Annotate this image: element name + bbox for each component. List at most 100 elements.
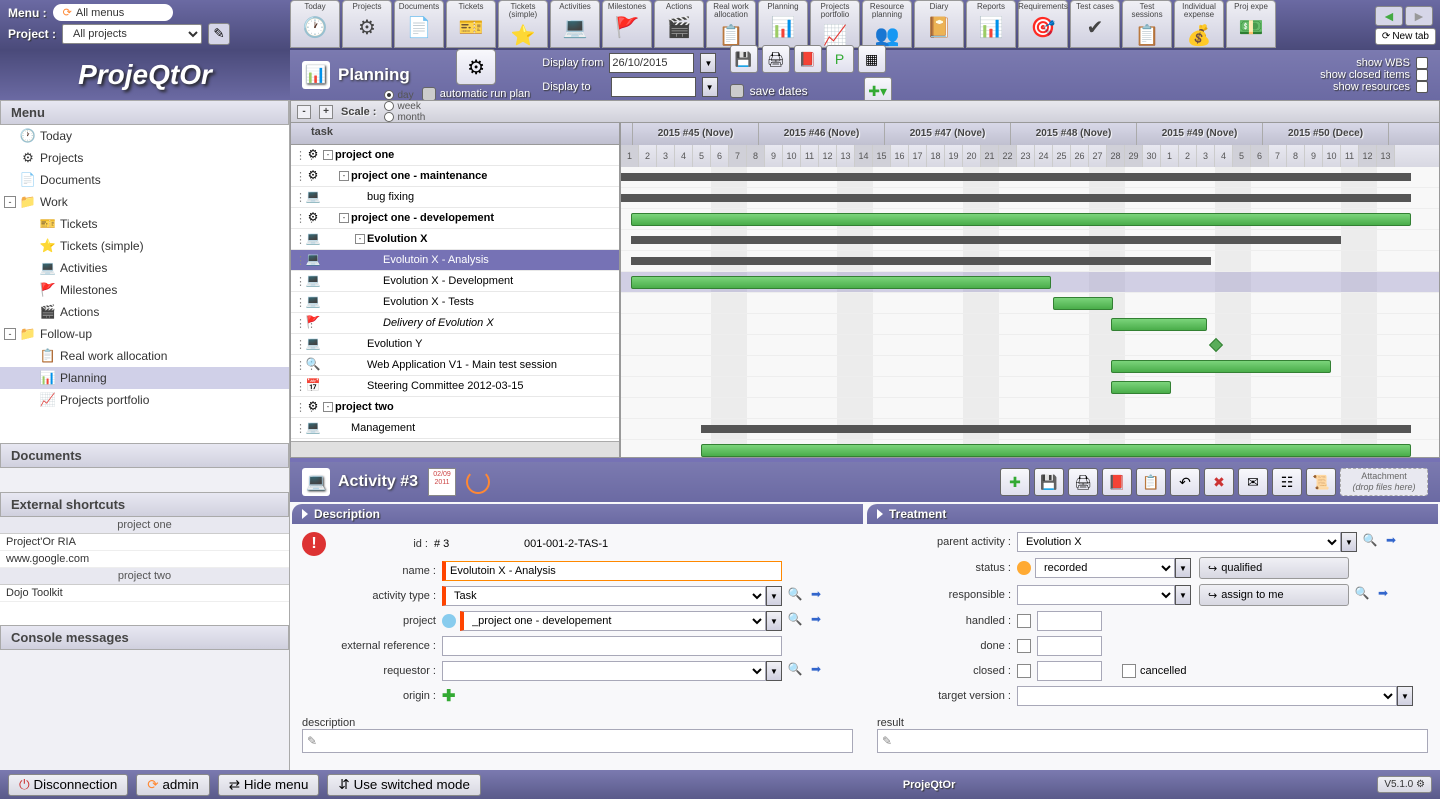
expand-all-icon[interactable]: + <box>319 105 333 119</box>
task-row[interactable]: ⋮⋮📅Steering Committee 2012-03-15 <box>291 376 619 397</box>
project-selector[interactable]: All projects <box>62 24 202 44</box>
activity-type-select[interactable]: Task <box>442 586 766 606</box>
shortcut-link[interactable]: Dojo Toolkit <box>0 585 289 602</box>
shortcuts-header[interactable]: External shortcuts <box>0 492 289 517</box>
done-checkbox[interactable] <box>1017 639 1031 653</box>
documents-header[interactable]: Documents <box>0 443 289 468</box>
top-tab-individual-expense[interactable]: Individual expense💰 <box>1174 0 1224 48</box>
menu-item-tickets[interactable]: 🎫Tickets <box>0 213 289 235</box>
handled-date[interactable] <box>1037 611 1102 631</box>
task-row[interactable]: ⋮⋮🚩Delivery of Evolution X <box>291 313 619 334</box>
nav-back-icon[interactable]: ◄ <box>1375 6 1403 26</box>
target-version-select[interactable] <box>1017 686 1397 706</box>
gantt-row[interactable] <box>621 377 1439 398</box>
requestor-select[interactable] <box>442 661 766 681</box>
edit-project-icon[interactable]: ✎ <box>208 23 230 45</box>
menu-item-actions[interactable]: 🎬Actions <box>0 301 289 323</box>
section-toggle-icon[interactable] <box>302 509 308 519</box>
shortcut-link[interactable]: Project'Or RIA <box>0 534 289 551</box>
top-tab-documents[interactable]: Documents📄 <box>394 0 444 48</box>
gantt-row[interactable] <box>621 335 1439 356</box>
copy-button[interactable]: 📋 <box>1136 468 1166 496</box>
ext-ref-input[interactable] <box>442 636 782 656</box>
menu-selector[interactable]: ⟳ All menus <box>53 4 173 21</box>
name-input[interactable] <box>442 561 782 581</box>
hide-menu-button[interactable]: ⇄Hide menu <box>218 774 320 796</box>
task-row[interactable]: ⋮⋮💻Evolution X - Development <box>291 271 619 292</box>
project-select[interactable]: _project one - developement <box>460 611 766 631</box>
top-tab-projects[interactable]: Projects⚙ <box>342 0 392 48</box>
gantt-row[interactable] <box>621 419 1439 440</box>
gantt-row[interactable] <box>621 272 1439 293</box>
top-tab-test-cases[interactable]: Test cases✔ <box>1070 0 1120 48</box>
task-row[interactable]: ⋮⋮💻Evolution Y <box>291 334 619 355</box>
nav-forward-icon[interactable]: ► <box>1405 6 1433 26</box>
gantt-row[interactable] <box>621 314 1439 335</box>
top-tab-activities[interactable]: Activities💻 <box>550 0 600 48</box>
search-icon[interactable]: 🔍 <box>786 662 804 680</box>
goto-icon[interactable]: ➡ <box>807 662 825 680</box>
top-tab-projects-portfolio[interactable]: Projects portfolio📈 <box>810 0 860 48</box>
result-textarea[interactable]: ✎ <box>877 729 1428 753</box>
history-button[interactable]: 📜 <box>1306 468 1336 496</box>
top-tab-resource-planning[interactable]: Resource planning👥 <box>862 0 912 48</box>
gantt-row[interactable] <box>621 209 1439 230</box>
top-tab-proj-expe[interactable]: Proj expe💵 <box>1226 0 1276 48</box>
task-row[interactable]: ⋮⋮💻-Evolution X <box>291 229 619 250</box>
gantt-row[interactable] <box>621 398 1439 419</box>
top-tab-requirements[interactable]: Requirements🎯 <box>1018 0 1068 48</box>
search-icon[interactable]: 🔍 <box>1361 533 1379 551</box>
menu-item-milestones[interactable]: 🚩Milestones <box>0 279 289 301</box>
top-tab-today[interactable]: Today🕐 <box>290 0 340 48</box>
new-button[interactable]: ✚ <box>1000 468 1030 496</box>
new-tab-button[interactable]: ⟳New tab <box>1375 28 1436 45</box>
gantt-row[interactable] <box>621 440 1439 457</box>
gantt-row[interactable] <box>621 230 1439 251</box>
scale-day[interactable]: day <box>384 90 429 101</box>
goto-icon[interactable]: ➡ <box>1374 586 1392 604</box>
search-icon[interactable]: 🔍 <box>786 587 804 605</box>
menu-item-today[interactable]: 🕐Today <box>0 125 289 147</box>
pdf-button[interactable]: 📕 <box>794 45 822 73</box>
gantt-row[interactable] <box>621 356 1439 377</box>
console-header[interactable]: Console messages <box>0 625 289 650</box>
collapse-all-icon[interactable]: - <box>297 105 311 119</box>
menu-item-documents[interactable]: 📄Documents <box>0 169 289 191</box>
top-tab-tickets[interactable]: Tickets🎫 <box>446 0 496 48</box>
attachment-dropzone[interactable]: Attachment (drop files here) <box>1340 468 1428 496</box>
save-button[interactable]: 💾 <box>730 45 758 73</box>
goto-icon[interactable]: ➡ <box>807 587 825 605</box>
run-plan-button[interactable]: ⚙ <box>456 49 496 85</box>
task-row[interactable]: ⋮⋮💻bug fixing <box>291 187 619 208</box>
to-dropdown-icon[interactable]: ▼ <box>702 77 718 97</box>
delete-button[interactable]: ✖ <box>1204 468 1234 496</box>
top-tab-real-work-allocation[interactable]: Real work allocation📋 <box>706 0 756 48</box>
top-tab-actions[interactable]: Actions🎬 <box>654 0 704 48</box>
disconnect-button[interactable]: ⏻Disconnection <box>8 774 128 796</box>
top-tab-diary[interactable]: Diary📔 <box>914 0 964 48</box>
closed-date[interactable] <box>1037 661 1102 681</box>
task-hscroll[interactable] <box>291 441 619 457</box>
top-tab-reports[interactable]: Reports📊 <box>966 0 1016 48</box>
save-detail-button[interactable]: 💾 <box>1034 468 1064 496</box>
scale-week[interactable]: week <box>384 101 429 112</box>
gantt-row[interactable] <box>621 251 1439 272</box>
task-row[interactable]: ⋮⋮💻Management <box>291 418 619 439</box>
task-row[interactable]: ⋮⋮🔍Web Application V1 - Main test sessio… <box>291 355 619 376</box>
refresh-icon[interactable] <box>466 470 490 494</box>
gantt-row[interactable] <box>621 167 1439 188</box>
menu-item-projects-portfolio[interactable]: 📈Projects portfolio <box>0 389 289 411</box>
msproject-button[interactable]: P <box>826 45 854 73</box>
gantt-row[interactable] <box>621 188 1439 209</box>
section-toggle-icon[interactable] <box>877 509 883 519</box>
multi-button[interactable]: ☷ <box>1272 468 1302 496</box>
add-origin-icon[interactable]: ✚ <box>442 686 455 706</box>
show-closed-checkbox[interactable] <box>1416 69 1428 81</box>
responsible-select[interactable] <box>1017 585 1175 605</box>
task-row[interactable]: ⋮⋮⚙-project two <box>291 397 619 418</box>
goto-icon[interactable]: ➡ <box>807 612 825 630</box>
status-select[interactable]: recorded <box>1035 558 1175 578</box>
top-tab-test-sessions[interactable]: Test sessions📋 <box>1122 0 1172 48</box>
display-from-input[interactable] <box>609 53 694 73</box>
search-icon[interactable]: 🔍 <box>786 612 804 630</box>
